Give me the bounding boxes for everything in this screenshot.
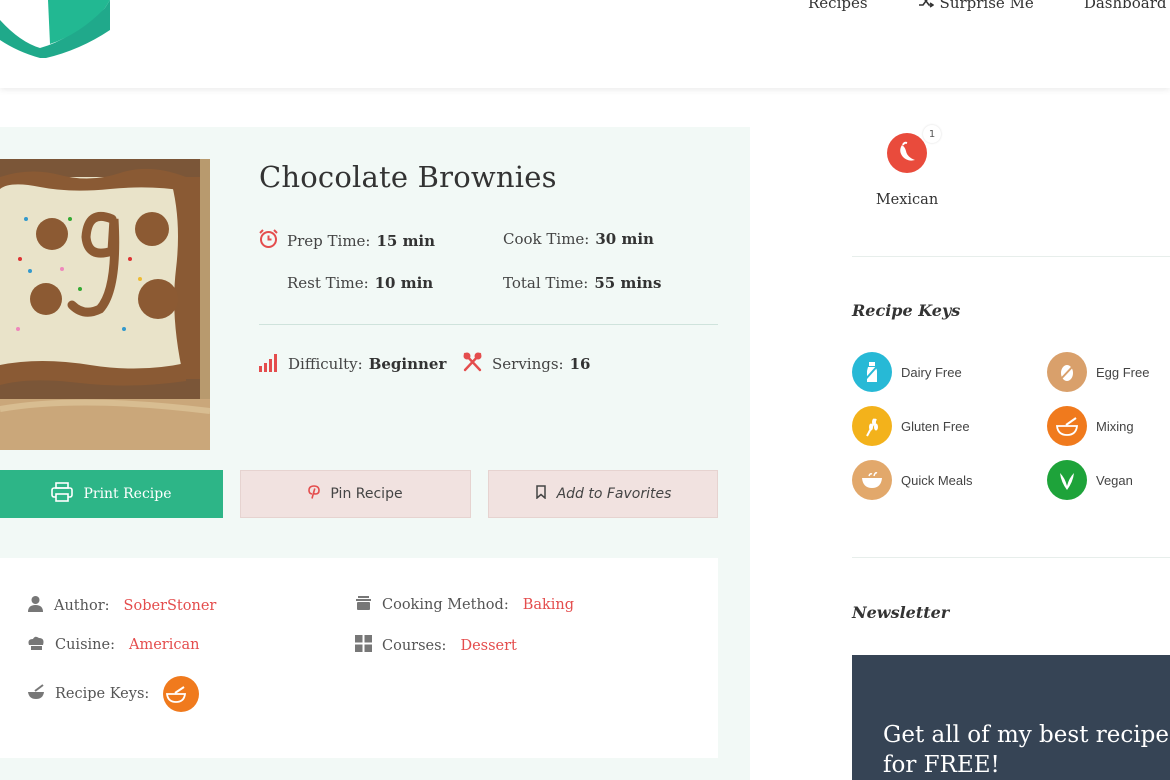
difficulty-label: Difficulty:	[288, 355, 363, 373]
egg-icon	[1047, 352, 1087, 392]
alarm-clock-icon	[258, 228, 287, 253]
total-time-value: 55 mins	[594, 274, 662, 292]
cooking-method-label: Cooking Method:	[382, 597, 509, 613]
key-mixing-label: Mixing	[1096, 418, 1134, 434]
key-dairy-free-label: Dairy Free	[901, 364, 962, 380]
difficulty-value: Beginner	[368, 355, 447, 373]
mixing-bowl-icon	[27, 684, 55, 704]
pot-icon	[355, 595, 382, 615]
nav-recipes-label: Recipes	[808, 0, 868, 12]
servings-value: 16	[569, 355, 591, 373]
nav-dashboard[interactable]: Dashboard	[1084, 0, 1167, 12]
recipe-keys-heading: Recipe Keys	[852, 301, 961, 320]
shuffle-icon	[918, 0, 940, 12]
chef-hat-icon	[27, 635, 55, 655]
newsletter-line-1: Get all of my best recipes	[883, 722, 1170, 748]
nav-dashboard-label: Dashboard	[1083, 0, 1167, 12]
newsletter-heading: Newsletter	[852, 603, 950, 622]
key-dairy-free[interactable]: Dairy Free	[852, 352, 962, 392]
add-to-favorites-button[interactable]: Add to Favorites	[488, 470, 718, 518]
key-quick-meals[interactable]: Quick Meals	[852, 460, 973, 500]
rest-time: Rest Time: 10 min	[287, 274, 433, 292]
recipe-title: Chocolate Brownies	[259, 160, 557, 194]
signal-bars-icon	[258, 352, 288, 376]
key-egg-free-label: Egg Free	[1096, 364, 1150, 380]
cuisine-row: Cuisine: American	[27, 635, 199, 655]
category-count-badge: 1	[923, 125, 941, 143]
cuisine-link[interactable]: American	[129, 637, 199, 653]
pin-recipe-button[interactable]: Pin Recipe	[240, 470, 471, 518]
prep-time: Prep Time: 15 min	[258, 228, 435, 253]
nav-surprise-label: Surprise Me	[939, 0, 1034, 12]
sidebar-divider	[852, 557, 1170, 558]
bowl-icon	[852, 460, 892, 500]
key-mixing[interactable]: Mixing	[1047, 406, 1134, 446]
rest-time-value: 10 min	[374, 274, 434, 292]
mixing-bowl-icon	[1047, 406, 1087, 446]
courses-link[interactable]: Dessert	[460, 638, 516, 654]
prep-time-value: 15 min	[376, 231, 436, 250]
courses-row: Courses: Dessert	[355, 635, 517, 656]
sidebar-divider	[852, 256, 1170, 257]
key-quick-meals-label: Quick Meals	[901, 472, 973, 488]
meta-divider	[259, 324, 718, 325]
print-recipe-label: Print Recipe	[83, 486, 172, 502]
recipe-photo[interactable]	[0, 159, 210, 450]
key-gluten-free-label: Gluten Free	[901, 418, 970, 434]
prep-time-label: Prep Time:	[287, 231, 371, 250]
total-time-label: Total Time:	[503, 274, 589, 292]
sidebar-category-mexican[interactable]: 1 Mexican	[872, 125, 942, 208]
difficulty: Difficulty: Beginner	[258, 352, 446, 376]
pinterest-icon	[308, 485, 330, 503]
recipe-keys-row: Recipe Keys:	[27, 676, 200, 712]
cooking-method-row: Cooking Method: Baking	[355, 595, 574, 615]
cooking-method-link[interactable]: Baking	[523, 597, 574, 613]
servings: Servings: 16	[462, 352, 590, 376]
author-link[interactable]: SoberStoner	[124, 598, 217, 614]
nav-surprise-me[interactable]: Surprise Me	[918, 0, 1034, 12]
main-nav: Recipes Surprise Me Dashboard	[808, 0, 1170, 12]
site-logo[interactable]	[0, 0, 110, 60]
wheat-icon	[852, 406, 892, 446]
newsletter-box: Get all of my best recipes for FREE!	[852, 655, 1170, 780]
site-header: Recipes Surprise Me Dashboard	[0, 0, 1170, 88]
cook-time: Cook Time: 30 min	[503, 230, 654, 248]
printer-icon	[51, 482, 83, 506]
key-gluten-free[interactable]: Gluten Free	[852, 406, 970, 446]
pin-recipe-label: Pin Recipe	[330, 486, 403, 502]
bookmark-icon	[535, 485, 557, 503]
print-recipe-button[interactable]: Print Recipe	[0, 470, 223, 518]
newsletter-text: Get all of my best recipes for FREE!	[883, 720, 1170, 780]
cuisine-label: Cuisine:	[55, 637, 115, 653]
recipe-details-box	[0, 558, 718, 758]
key-egg-free[interactable]: Egg Free	[1047, 352, 1149, 392]
fork-knife-icon	[462, 352, 492, 376]
mixing-key-badge[interactable]	[163, 676, 200, 712]
key-vegan[interactable]: Vegan	[1047, 460, 1133, 500]
cook-time-label: Cook Time:	[503, 230, 590, 248]
recipe-keys-label: Recipe Keys:	[55, 686, 150, 702]
author-row: Author: SoberStoner	[27, 595, 216, 616]
key-vegan-label: Vegan	[1096, 472, 1133, 488]
courses-label: Courses:	[382, 637, 447, 654]
chili-pepper-icon: 1	[887, 125, 941, 173]
total-time: Total Time: 55 mins	[503, 274, 661, 292]
category-label: Mexican	[875, 192, 939, 208]
servings-label: Servings:	[492, 355, 564, 373]
cook-time-value: 30 min	[595, 230, 654, 248]
add-to-favorites-label: Add to Favorites	[556, 486, 672, 502]
user-icon	[27, 595, 54, 616]
milk-bottle-icon	[852, 352, 892, 392]
nav-recipes[interactable]: Recipes	[808, 0, 868, 12]
author-label: Author:	[54, 597, 110, 614]
newsletter-line-2: for FREE!	[883, 752, 1000, 778]
grid-icon	[355, 635, 382, 656]
rest-time-label: Rest Time:	[287, 274, 369, 292]
leaf-icon	[1047, 460, 1087, 500]
